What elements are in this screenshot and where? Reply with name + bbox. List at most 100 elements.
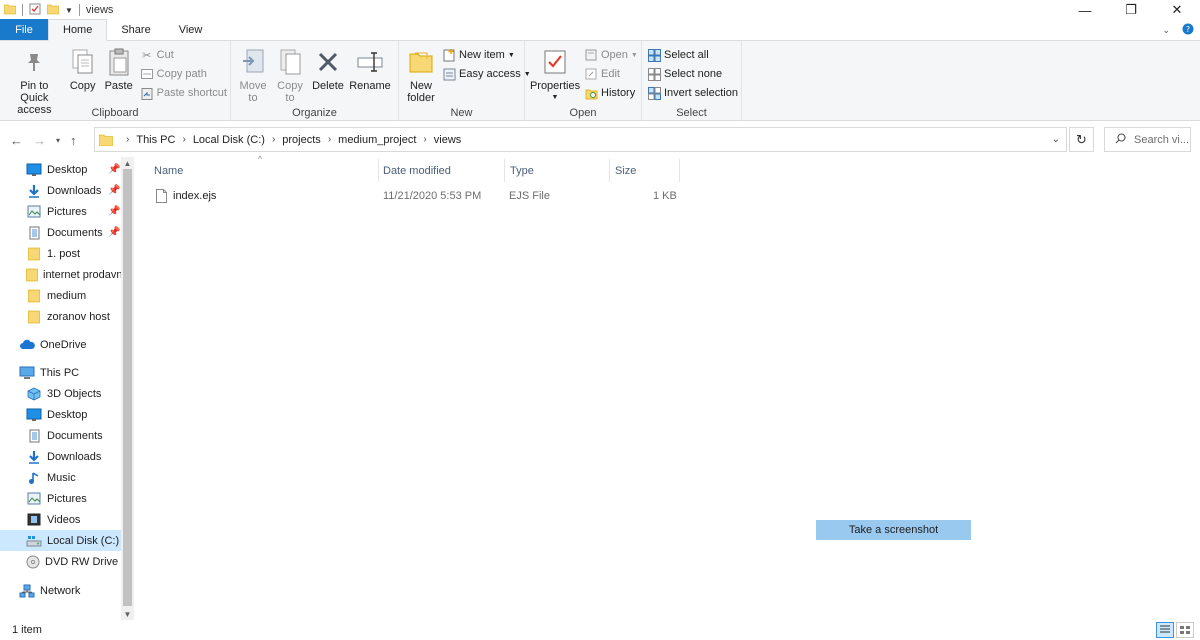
- select-all-button[interactable]: Select all: [647, 47, 738, 63]
- column-divider[interactable]: [679, 159, 680, 182]
- window-title: views: [85, 4, 114, 16]
- nav-item-local-disk[interactable]: Local Disk (C:): [0, 530, 122, 551]
- copy-path-button[interactable]: Copy path: [140, 66, 227, 82]
- large-icons-view-icon[interactable]: [1176, 622, 1194, 638]
- nav-item-music[interactable]: Music: [0, 467, 122, 488]
- pin-icon[interactable]: 📌: [108, 164, 120, 175]
- column-header-date-modified[interactable]: Date modified: [383, 159, 503, 182]
- scroll-down-icon[interactable]: ▼: [121, 608, 134, 620]
- new-item-button[interactable]: New item ▼: [442, 47, 531, 63]
- breadcrumb-this-pc[interactable]: This PC ›: [136, 134, 192, 146]
- nav-item-downloads[interactable]: Downloads: [0, 446, 122, 467]
- chevron-right-icon[interactable]: ›: [423, 134, 426, 145]
- cut-button[interactable]: ✂ Cut: [140, 47, 227, 63]
- file-size-cell: 1 KB: [653, 190, 677, 202]
- maximize-button[interactable]: ❐: [1108, 0, 1154, 20]
- new-group: New folder New item ▼ Easy access ▼ New: [399, 41, 531, 121]
- nav-item-this-pc[interactable]: This PC: [0, 362, 122, 383]
- delete-label: Delete: [312, 80, 344, 92]
- forward-arrow-icon[interactable]: →: [33, 133, 46, 148]
- chevron-right-icon[interactable]: ›: [272, 134, 275, 145]
- nav-item-folder[interactable]: medium: [0, 285, 122, 306]
- nav-item-desktop[interactable]: Desktop: [0, 404, 122, 425]
- paste-shortcut-button[interactable]: Paste shortcut: [140, 85, 227, 101]
- tab-share[interactable]: Share: [107, 19, 164, 40]
- new-folder-icon[interactable]: [46, 3, 60, 18]
- breadcrumb-projects[interactable]: projects ›: [282, 134, 338, 146]
- easy-access-button[interactable]: Easy access ▼: [442, 66, 531, 82]
- recent-locations-icon[interactable]: ▾: [56, 136, 60, 145]
- downloads-icon: [26, 449, 42, 465]
- table-row[interactable]: index.ejs 11/21/2020 5:53 PM EJS File 1 …: [150, 185, 680, 207]
- tab-view[interactable]: View: [165, 19, 217, 40]
- nav-pane-scrollbar[interactable]: ▲ ▼: [121, 157, 134, 620]
- nav-label: Videos: [47, 513, 81, 526]
- pin-icon[interactable]: 📌: [108, 206, 120, 217]
- pin-icon[interactable]: 📌: [108, 185, 120, 196]
- separator: [78, 4, 80, 16]
- nav-item-pictures[interactable]: Pictures: [0, 488, 122, 509]
- nav-item-folder[interactable]: zoranov host: [0, 306, 122, 327]
- nav-item-desktop-quick[interactable]: Desktop 📌: [0, 159, 122, 180]
- nav-item-folder[interactable]: internet prodavn: [0, 264, 122, 285]
- search-input[interactable]: Search vi...: [1104, 127, 1191, 152]
- nav-item-documents[interactable]: Documents: [0, 425, 122, 446]
- column-header-type[interactable]: Type: [510, 159, 606, 182]
- breadcrumb-separator[interactable]: ›: [119, 134, 136, 145]
- new-folder-label-line1: New: [409, 80, 432, 92]
- open-button[interactable]: Open ▼: [584, 47, 638, 63]
- take-screenshot-button[interactable]: Take a screenshot: [816, 520, 971, 540]
- address-dropdown-icon[interactable]: ⌄: [1052, 134, 1060, 145]
- nav-item-downloads-quick[interactable]: Downloads 📌: [0, 180, 122, 201]
- downloads-icon: [26, 183, 42, 199]
- back-arrow-icon[interactable]: ←: [10, 133, 23, 148]
- column-divider[interactable]: [504, 159, 505, 182]
- column-header-name[interactable]: Name: [154, 159, 378, 182]
- properties-icon[interactable]: [29, 3, 41, 18]
- help-icon[interactable]: ?: [1182, 23, 1194, 38]
- scrollbar-thumb[interactable]: [123, 169, 132, 606]
- select-none-button[interactable]: Select none: [647, 66, 738, 82]
- nav-item-folder[interactable]: 1. post: [0, 243, 122, 264]
- details-view-icon[interactable]: [1156, 622, 1174, 638]
- navigation-buttons: ← → ▾ ↑: [0, 133, 94, 148]
- organize-group-label: Organize: [292, 107, 337, 119]
- breadcrumb-views[interactable]: views: [434, 134, 462, 146]
- ribbon-controls: ⌄ ?: [1162, 23, 1194, 38]
- nav-item-pictures-quick[interactable]: Pictures 📌: [0, 201, 122, 222]
- nav-item-network[interactable]: Network: [0, 580, 122, 601]
- column-divider[interactable]: [609, 159, 610, 182]
- chevron-down-icon[interactable]: ⌄: [1162, 25, 1170, 36]
- tab-home[interactable]: Home: [48, 19, 108, 41]
- chevron-right-icon[interactable]: ›: [328, 134, 331, 145]
- pin-icon[interactable]: 📌: [108, 227, 120, 238]
- nav-item-documents-quick[interactable]: Documents 📌: [0, 222, 122, 243]
- file-type-cell: EJS File: [509, 190, 550, 202]
- nav-item-videos[interactable]: Videos: [0, 509, 122, 530]
- scroll-up-icon[interactable]: ▲: [121, 157, 134, 169]
- nav-item-onedrive[interactable]: OneDrive: [0, 334, 122, 355]
- history-button[interactable]: History: [584, 85, 638, 101]
- column-divider[interactable]: [378, 159, 379, 182]
- customize-toolbar-icon[interactable]: ▼: [65, 6, 73, 15]
- desktop-icon: [26, 407, 42, 423]
- column-header-size[interactable]: Size: [615, 159, 679, 182]
- folder-icon: [99, 134, 113, 146]
- chevron-right-icon[interactable]: ›: [182, 134, 185, 145]
- open-label: Open: [601, 49, 628, 61]
- close-button[interactable]: ✕: [1154, 0, 1200, 20]
- tab-file[interactable]: File: [0, 19, 48, 40]
- copy-label: Copy: [69, 80, 96, 92]
- breadcrumb-medium-project[interactable]: medium_project ›: [338, 134, 434, 146]
- edit-button[interactable]: Edit: [584, 66, 638, 82]
- up-arrow-icon[interactable]: ↑: [70, 133, 77, 148]
- refresh-button[interactable]: ↻: [1069, 127, 1094, 152]
- copy-to-icon: [274, 46, 306, 78]
- breadcrumb-label: This PC: [136, 133, 176, 146]
- breadcrumb-local-disk[interactable]: Local Disk (C:) ›: [193, 134, 282, 146]
- address-bar[interactable]: › This PC › Local Disk (C:) › projects › me…: [94, 127, 1067, 152]
- nav-item-3d-objects[interactable]: 3D Objects: [0, 383, 122, 404]
- minimize-button[interactable]: —: [1062, 0, 1108, 20]
- invert-selection-button[interactable]: Invert selection: [647, 85, 738, 101]
- nav-item-dvd-drive[interactable]: DVD RW Drive (E: [0, 551, 122, 572]
